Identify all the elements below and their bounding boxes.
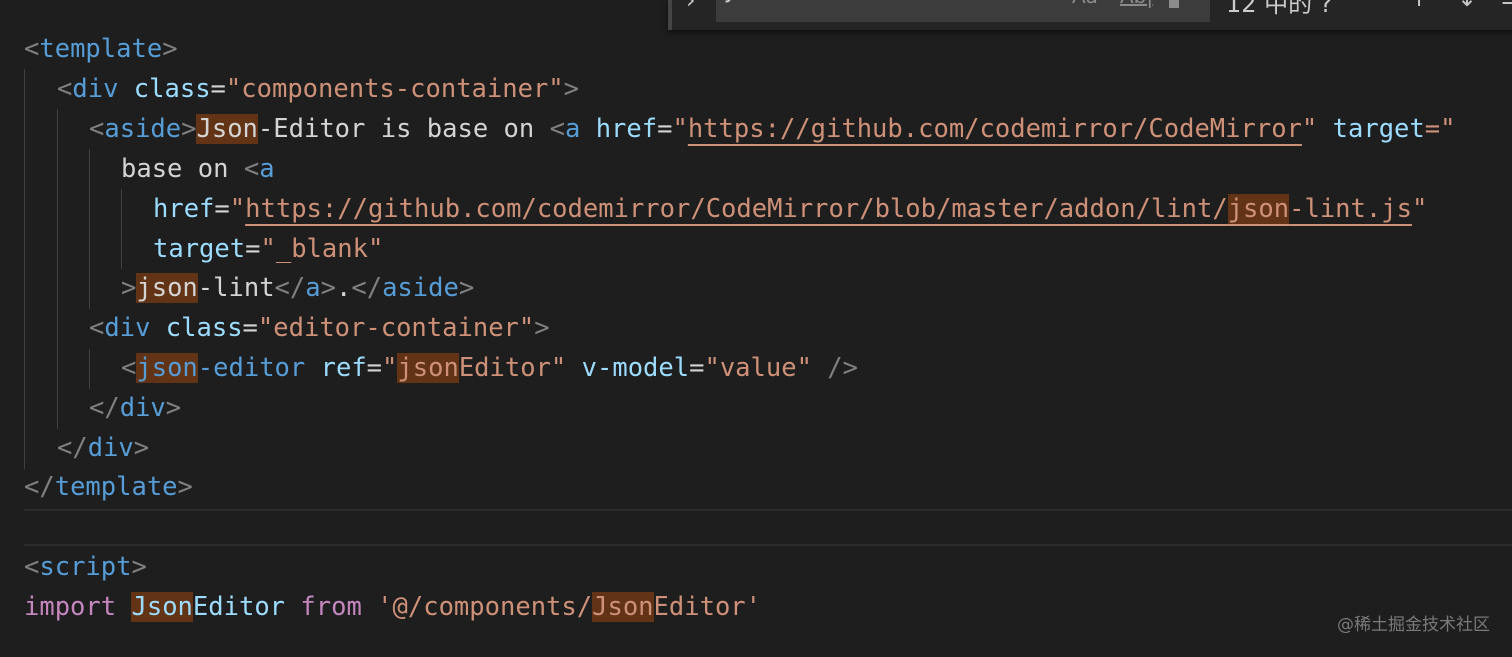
- indent-guide: [57, 109, 58, 429]
- arrow-up-icon[interactable]: ↑: [1409, 0, 1429, 12]
- code-line-12[interactable]: </template>: [24, 467, 193, 507]
- code-line-5[interactable]: href="https://github.com/codemirror/Code…: [153, 189, 1427, 229]
- chevron-right-icon[interactable]: ›: [686, 0, 696, 14]
- code-line-6[interactable]: target="_blank": [153, 229, 383, 269]
- code-line-1[interactable]: <template>: [24, 29, 178, 69]
- code-line-7[interactable]: >json-lint</a>.</aside>: [121, 268, 474, 308]
- code-line-4[interactable]: base on <a: [121, 149, 275, 189]
- match-case-toggle[interactable]: Aa: [1072, 0, 1098, 8]
- code-line-9[interactable]: <json-editor ref="jsonEditor" v-model="v…: [121, 348, 858, 388]
- indent-guide: [24, 69, 25, 469]
- link-url[interactable]: https://github.com/codemirror/CodeMirror…: [245, 194, 1228, 224]
- current-line-highlight: [24, 509, 1512, 546]
- whole-word-toggle[interactable]: Ab|: [1120, 0, 1153, 8]
- regex-toggle-icon[interactable]: [1169, 0, 1179, 8]
- link-url[interactable]: -lint.js: [1289, 194, 1412, 224]
- indent-guide: [121, 189, 122, 269]
- code-line-3[interactable]: <aside>Json-Editor is base on <a href="h…: [89, 109, 1455, 149]
- arrow-down-icon[interactable]: ↓: [1457, 0, 1477, 12]
- code-line-11[interactable]: </div>: [57, 428, 149, 468]
- indent-guide: [89, 149, 90, 309]
- code-line-2[interactable]: <div class="components-container">: [57, 69, 579, 109]
- code-line-15[interactable]: import JsonEditor from '@/components/Jso…: [24, 587, 761, 627]
- link-url[interactable]: https://github.com/codemirror/CodeMirror: [688, 114, 1302, 144]
- find-widget: › json Aa Ab| 12 中的 ? ↑ ↓ ≡: [668, 0, 1512, 30]
- menu-icon[interactable]: ≡: [1500, 0, 1512, 12]
- search-match: json: [1227, 194, 1290, 224]
- watermark: @稀土掘金技术社区: [1337, 615, 1490, 635]
- search-match: Json: [196, 114, 258, 144]
- search-match: json: [136, 353, 198, 383]
- search-match: json: [397, 353, 459, 383]
- search-match: json: [136, 273, 198, 303]
- code-line-10[interactable]: </div>: [89, 388, 181, 428]
- search-match: Json: [131, 592, 193, 622]
- code-editor[interactable]: <template> <div class="components-contai…: [0, 0, 1512, 657]
- code-line-14[interactable]: <script>: [24, 547, 147, 587]
- code-line-8[interactable]: <div class="editor-container">: [89, 308, 550, 348]
- indent-guide: [89, 349, 90, 389]
- match-count: 12 中的 ?: [1226, 0, 1333, 18]
- search-match: Json: [592, 592, 654, 622]
